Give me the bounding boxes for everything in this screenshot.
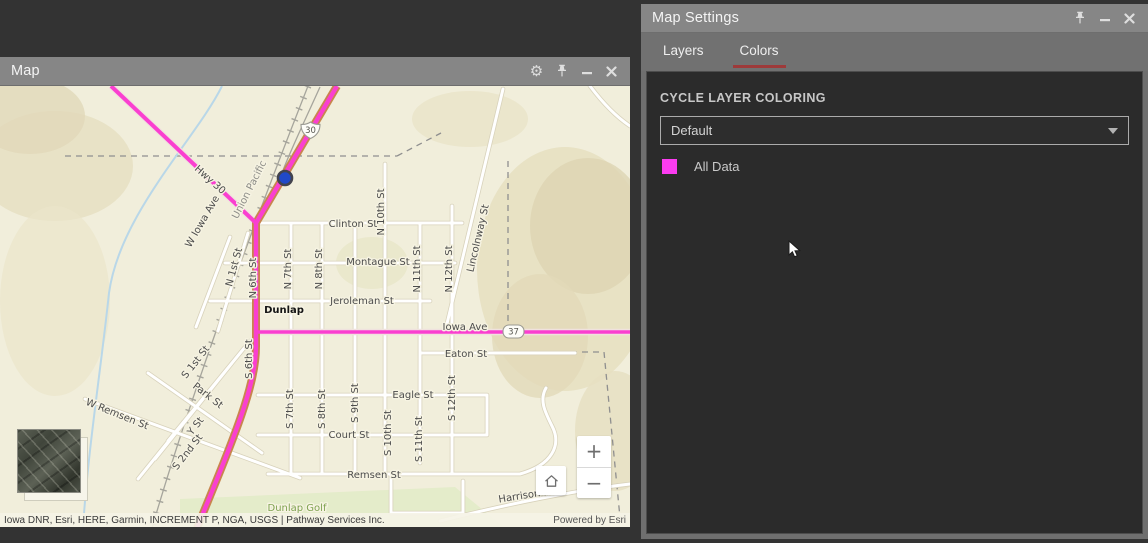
street-label: Eaton St — [445, 349, 487, 360]
settings-window-title: Map Settings — [652, 10, 740, 26]
zoom-out-button[interactable]: − — [577, 468, 611, 499]
minimize-icon[interactable] — [1097, 11, 1112, 26]
street-label: S 8th St — [317, 389, 328, 429]
street-label: N 7th St — [283, 249, 294, 290]
map-canvas[interactable]: 30 37 Clinton St Montague St Jeroleman St I… — [0, 86, 630, 527]
home-button[interactable] — [536, 466, 566, 495]
street-label: S 12th St — [447, 375, 458, 421]
minimize-icon[interactable] — [579, 64, 594, 79]
street-label: S 6th St — [244, 339, 255, 379]
map-settings-window: Map Settings Layers Colors CYCLE LAYER C… — [641, 4, 1148, 539]
attribution-sources: Iowa DNR, Esri, HERE, Garmin, INCREMENT … — [4, 514, 385, 526]
street-label: Remsen St — [347, 470, 401, 481]
ia37-shield: 37 — [502, 324, 525, 339]
tab-layers-label: Layers — [663, 43, 704, 58]
settings-content: CYCLE LAYER COLORING Default All Data — [646, 71, 1143, 534]
street-label: Clinton St — [329, 219, 378, 230]
street-label: Hwy 30 — [192, 163, 227, 196]
street-label: S 11th St — [414, 416, 425, 462]
ia37-shield-number: 37 — [508, 328, 519, 338]
street-label: W Iowa Ave — [184, 194, 223, 250]
pin-icon[interactable] — [1072, 11, 1087, 26]
street-label: Court St — [329, 430, 370, 441]
tab-layers[interactable]: Layers — [658, 33, 709, 71]
street-label: Dunlap — [264, 305, 304, 316]
settings-tabs: Layers Colors — [641, 33, 1148, 71]
street-label: N 12th St — [444, 245, 455, 292]
cycle-coloring-dropdown[interactable]: Default — [660, 116, 1129, 145]
powered-by-esri: Powered by Esri — [553, 514, 626, 526]
basemap-toggle[interactable] — [17, 429, 81, 493]
legend-row: All Data — [660, 159, 1129, 174]
active-tab-underline — [732, 65, 786, 68]
map-attribution: Iowa DNR, Esri, HERE, Garmin, INCREMENT … — [0, 513, 630, 527]
section-heading: CYCLE LAYER COLORING — [660, 91, 826, 105]
street-label: N 1st St — [224, 247, 245, 288]
street-label: Eagle St — [392, 390, 433, 401]
us30-shield-number: 30 — [305, 126, 316, 136]
map-graphic: 30 37 Clinton St Montague St Jeroleman St I… — [0, 86, 630, 527]
dropdown-value: Default — [671, 123, 713, 138]
settings-titlebar-icons — [1072, 11, 1148, 26]
chevron-down-icon — [1108, 127, 1118, 134]
close-icon[interactable] — [1122, 11, 1137, 26]
street-label: N 10th St — [376, 188, 387, 235]
all-data-label: All Data — [694, 159, 740, 174]
street-label: N 8th St — [314, 249, 325, 290]
map-titlebar: Map ⚙ — [0, 57, 630, 86]
street-label: S 7th St — [285, 389, 296, 429]
home-icon — [544, 474, 558, 487]
location-marker[interactable] — [276, 169, 294, 187]
all-data-color-swatch[interactable] — [662, 159, 677, 174]
street-label: N 11th St — [412, 245, 423, 292]
map-titlebar-icons: ⚙ — [529, 63, 630, 79]
map-window: Map ⚙ 30 37 Clinton St Montague St Jerol… — [0, 57, 630, 527]
map-window-title: Map — [11, 63, 40, 79]
street-label: N 6th St — [248, 258, 259, 299]
pin-icon[interactable] — [554, 64, 569, 79]
zoom-control: + − — [577, 436, 611, 498]
tab-colors[interactable]: Colors — [732, 33, 786, 71]
street-label: Iowa Ave — [443, 322, 488, 333]
street-label: Montague St — [346, 257, 409, 268]
zoom-in-button[interactable]: + — [577, 436, 611, 467]
street-label: Jeroleman St — [329, 296, 394, 307]
close-icon[interactable] — [604, 64, 619, 79]
street-label: S 10th St — [383, 410, 394, 456]
settings-titlebar: Map Settings — [641, 4, 1148, 33]
tab-colors-label: Colors — [739, 43, 779, 58]
street-label: S 9th St — [350, 383, 361, 423]
gear-icon[interactable]: ⚙ — [529, 63, 544, 79]
street-label: S 1st St — [180, 344, 212, 381]
